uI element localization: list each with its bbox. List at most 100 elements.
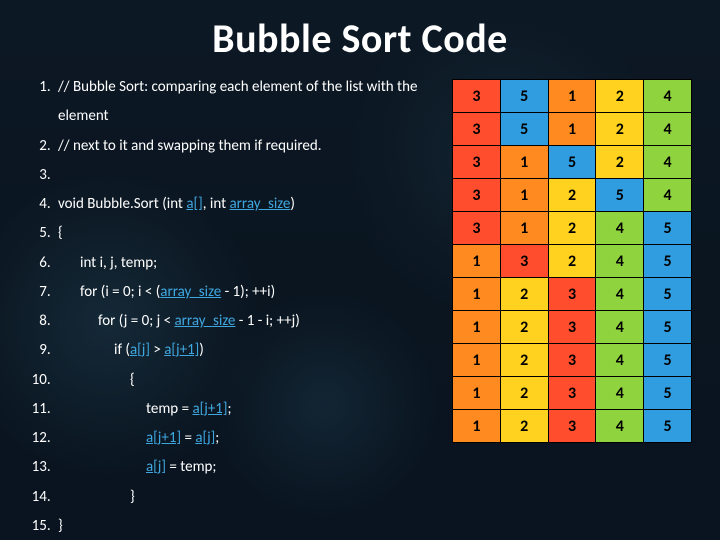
code-text: { [58, 366, 135, 395]
table-cell: 3 [548, 311, 596, 344]
code-text: ) [290, 195, 295, 213]
code-line: int i, j, temp; [54, 249, 434, 278]
code-line: temp = a[j+1]; [54, 395, 434, 424]
table-cell: 3 [453, 80, 501, 113]
slide-content: // Bubble Sort: comparing each element o… [28, 73, 692, 540]
table-cell: 4 [644, 113, 692, 146]
code-frag: ; [228, 400, 232, 418]
code-text: { [58, 224, 63, 242]
table-cell: 3 [548, 377, 596, 410]
table-cell: 3 [453, 179, 501, 212]
code-var: array_size [175, 312, 236, 330]
code-line: // next to it and swapping them if requi… [54, 132, 434, 161]
sort-table-wrap: 3512435124315243125431245132451234512345… [452, 73, 692, 540]
table-row: 35124 [453, 80, 692, 113]
code-text: // Bubble Sort: comparing each element o… [58, 78, 417, 125]
table-cell: 3 [453, 146, 501, 179]
table-cell: 1 [500, 212, 548, 245]
table-cell: 1 [500, 179, 548, 212]
code-frag: ) [199, 341, 204, 359]
code-frag: if ( [114, 341, 130, 359]
table-cell: 3 [453, 113, 501, 146]
code-text: temp = a[j+1]; [58, 395, 232, 424]
slide-title: Bubble Sort Code [28, 14, 692, 63]
code-line: a[j+1] = a[j]; [54, 424, 434, 453]
code-line: // Bubble Sort: comparing each element o… [54, 73, 434, 132]
code-frag: - 1 - i; ++j) [235, 312, 299, 330]
code-frag: for (i = 0; i < ( [80, 283, 160, 301]
table-row: 35124 [453, 113, 692, 146]
code-line: { [54, 366, 434, 395]
table-cell: 2 [596, 146, 644, 179]
table-cell: 3 [548, 344, 596, 377]
code-text: void Bubble.Sort (int [58, 195, 186, 213]
table-cell: 2 [548, 179, 596, 212]
table-cell: 1 [548, 80, 596, 113]
code-text: , int [203, 195, 230, 213]
table-cell: 1 [453, 410, 501, 443]
table-cell: 5 [500, 113, 548, 146]
table-cell: 3 [500, 245, 548, 278]
code-text: // next to it and swapping them if requi… [58, 137, 322, 155]
table-row: 12345 [453, 344, 692, 377]
table-cell: 4 [596, 212, 644, 245]
code-var: a[j+1] [164, 341, 199, 359]
table-cell: 4 [596, 311, 644, 344]
code-line: } [54, 512, 434, 540]
table-row: 12345 [453, 410, 692, 443]
code-line: a[j] = temp; [54, 453, 434, 482]
table-cell: 1 [500, 146, 548, 179]
table-cell: 1 [453, 245, 501, 278]
table-cell: 1 [453, 278, 501, 311]
code-var: array_size [160, 283, 221, 301]
table-cell: 2 [596, 80, 644, 113]
table-cell: 5 [644, 410, 692, 443]
table-cell: 4 [596, 245, 644, 278]
table-cell: 4 [596, 410, 644, 443]
table-cell: 5 [644, 311, 692, 344]
table-cell: 4 [596, 278, 644, 311]
slide: Bubble Sort Code // Bubble Sort: compari… [0, 0, 720, 540]
table-row: 31254 [453, 179, 692, 212]
code-line: if (a[j] > a[j+1]) [54, 336, 434, 365]
table-cell: 5 [644, 245, 692, 278]
code-line: { [54, 219, 434, 248]
table-cell: 5 [644, 212, 692, 245]
code-frag: = temp; [166, 458, 216, 476]
table-cell: 1 [548, 113, 596, 146]
table-cell: 2 [596, 113, 644, 146]
table-cell: 1 [453, 344, 501, 377]
table-cell: 3 [548, 410, 596, 443]
table-row: 12345 [453, 311, 692, 344]
code-frag: temp = [146, 400, 192, 418]
table-cell: 2 [500, 377, 548, 410]
table-cell: 5 [644, 278, 692, 311]
code-text: int i, j, temp; [58, 249, 157, 278]
code-var: a[j] [146, 458, 166, 476]
code-frag: > [150, 341, 164, 359]
code-frag: - 1); ++i) [221, 283, 275, 301]
table-cell: 4 [644, 179, 692, 212]
code-text: if (a[j] > a[j+1]) [58, 336, 204, 365]
code-listing: // Bubble Sort: comparing each element o… [28, 73, 434, 540]
code-var: a[j+1] [192, 400, 227, 418]
table-cell: 2 [500, 410, 548, 443]
code-text: a[j] = temp; [58, 453, 216, 482]
table-row: 31524 [453, 146, 692, 179]
code-param: array_size [229, 195, 290, 213]
table-cell: 2 [548, 245, 596, 278]
code-frag: ; [215, 429, 219, 447]
table-cell: 1 [453, 377, 501, 410]
table-cell: 4 [644, 80, 692, 113]
code-frag: = [181, 429, 195, 447]
table-cell: 5 [500, 80, 548, 113]
table-cell: 2 [500, 344, 548, 377]
table-cell: 4 [596, 344, 644, 377]
table-cell: 4 [644, 146, 692, 179]
sort-steps-table: 3512435124315243125431245132451234512345… [452, 79, 692, 443]
table-row: 13245 [453, 245, 692, 278]
table-cell: 5 [548, 146, 596, 179]
table-cell: 5 [596, 179, 644, 212]
code-frag: for (j = 0; j < [98, 312, 175, 330]
table-row: 12345 [453, 278, 692, 311]
